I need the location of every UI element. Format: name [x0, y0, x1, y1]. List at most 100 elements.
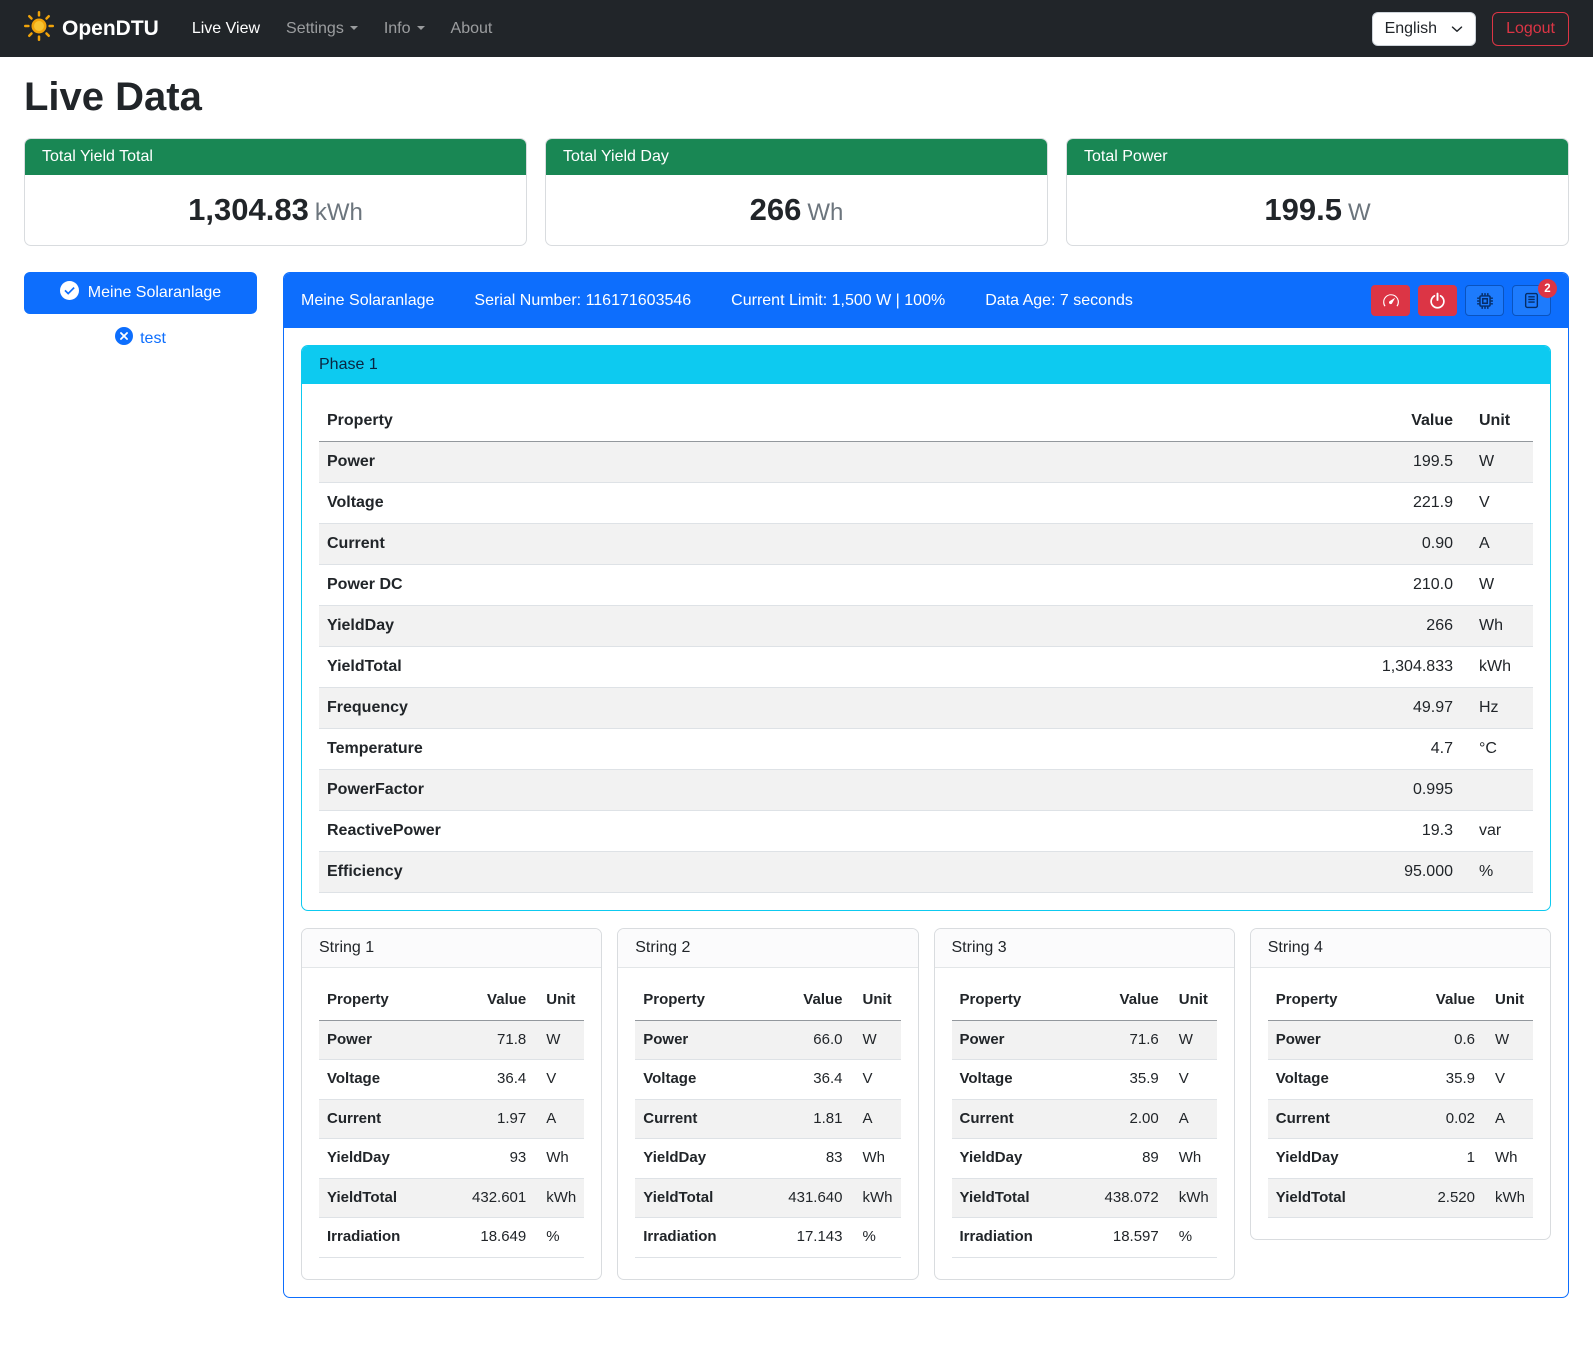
property-cell: YieldDay: [319, 606, 1002, 647]
total-power-value: 199.5: [1264, 192, 1342, 227]
unit-cell: W: [1483, 1020, 1533, 1060]
unit-cell: Wh: [1483, 1139, 1533, 1179]
column-header: Value: [779, 981, 851, 1020]
property-cell: PowerFactor: [319, 770, 1002, 811]
value-cell: 35.9: [1095, 1060, 1167, 1100]
nav-info-label: Info: [384, 20, 411, 37]
property-cell: Current: [319, 1099, 462, 1139]
value-cell: 1.97: [462, 1099, 534, 1139]
language-value: English: [1385, 20, 1437, 38]
column-header: Property: [952, 981, 1095, 1020]
unit-cell: %: [851, 1218, 901, 1258]
table-row: Voltage36.4V: [319, 1060, 584, 1100]
card-header: Total Yield Day: [546, 139, 1047, 175]
card-header: Total Yield Total: [25, 139, 526, 175]
table-row: YieldDay1Wh: [1268, 1139, 1533, 1179]
navbar: OpenDTU Live View Settings Info About En…: [0, 0, 1593, 57]
unit-cell: var: [1461, 811, 1533, 852]
table-row: Current2.00A: [952, 1099, 1217, 1139]
nav-settings-label: Settings: [286, 20, 344, 37]
table-row: Power0.6W: [1268, 1020, 1533, 1060]
unit-cell: V: [1483, 1060, 1533, 1100]
table-row: Voltage36.4V: [635, 1060, 900, 1100]
unit-cell: A: [1167, 1099, 1217, 1139]
limit-settings-button[interactable]: [1371, 285, 1410, 316]
property-cell: YieldTotal: [319, 647, 1002, 688]
unit-cell: %: [1167, 1218, 1217, 1258]
total-yield-day-value: 266: [750, 192, 802, 227]
table-row: Efficiency95.000%: [319, 852, 1533, 893]
column-header: Value: [462, 981, 534, 1020]
unit-cell: Wh: [534, 1139, 584, 1179]
property-cell: Power: [319, 442, 1002, 483]
brand-name: OpenDTU: [62, 17, 159, 41]
inverter-test-label: test: [140, 330, 166, 348]
device-settings-button[interactable]: [1465, 285, 1504, 316]
nav-info[interactable]: Info: [371, 12, 438, 46]
data-table: PropertyValueUnitPower71.6WVoltage35.9VC…: [952, 981, 1217, 1258]
logout-button[interactable]: Logout: [1492, 12, 1569, 46]
unit-cell: A: [851, 1099, 901, 1139]
table-row: Irradiation18.597%: [952, 1218, 1217, 1258]
value-cell: 93: [462, 1139, 534, 1179]
table-header-row: PropertyValueUnit: [319, 401, 1533, 442]
table-row: Power199.5W: [319, 442, 1533, 483]
inverter-selector: Meine Solaranlage test: [24, 272, 257, 350]
value-cell: 0.90: [1002, 524, 1461, 565]
event-log-button[interactable]: 2: [1512, 285, 1551, 316]
inverter-selected-button[interactable]: Meine Solaranlage: [24, 272, 257, 314]
table-row: Current0.02A: [1268, 1099, 1533, 1139]
value-cell: 89: [1095, 1139, 1167, 1179]
journal-icon: [1523, 292, 1540, 309]
total-yield-total-unit: kWh: [315, 199, 363, 226]
nav-live-view[interactable]: Live View: [179, 12, 273, 46]
nav-settings[interactable]: Settings: [273, 12, 371, 46]
unit-cell: W: [1461, 442, 1533, 483]
unit-cell: A: [1483, 1099, 1533, 1139]
table-row: Voltage35.9V: [1268, 1060, 1533, 1100]
table-row: YieldDay266Wh: [319, 606, 1533, 647]
property-cell: Voltage: [319, 1060, 462, 1100]
value-cell: 18.649: [462, 1218, 534, 1258]
table-header-row: PropertyValueUnit: [319, 981, 584, 1020]
column-header: Unit: [1167, 981, 1217, 1020]
property-cell: Efficiency: [319, 852, 1002, 893]
table-row: YieldDay83Wh: [635, 1139, 900, 1179]
unit-cell: V: [851, 1060, 901, 1100]
string-3-header: String 3: [935, 929, 1234, 968]
property-cell: YieldDay: [635, 1139, 778, 1179]
unit-cell: V: [1461, 483, 1533, 524]
table-row: YieldTotal431.640kWh: [635, 1178, 900, 1218]
table-row: YieldTotal432.601kWh: [319, 1178, 584, 1218]
unit-cell: Wh: [851, 1139, 901, 1179]
power-button[interactable]: [1418, 285, 1457, 316]
brand-logo[interactable]: OpenDTU: [24, 11, 159, 47]
phase-1-card: Phase 1 PropertyValueUnitPower199.5WVolt…: [301, 345, 1551, 911]
table-row: PowerFactor0.995: [319, 770, 1533, 811]
column-header: Property: [319, 401, 1002, 442]
column-header: Property: [1268, 981, 1411, 1020]
phase-1-header: Phase 1: [302, 346, 1550, 384]
value-cell: 438.072: [1095, 1178, 1167, 1218]
property-cell: Voltage: [319, 483, 1002, 524]
column-header: Unit: [851, 981, 901, 1020]
property-cell: Power: [952, 1020, 1095, 1060]
table-row: YieldTotal1,304.833kWh: [319, 647, 1533, 688]
value-cell: 18.597: [1095, 1218, 1167, 1258]
inverter-limit: Current Limit: 1,500 W | 100%: [731, 292, 945, 310]
inverter-item-test[interactable]: test: [24, 327, 257, 350]
nav-about[interactable]: About: [438, 12, 506, 46]
value-cell: 49.97: [1002, 688, 1461, 729]
string-2-body: PropertyValueUnitPower66.0WVoltage36.4VC…: [618, 968, 917, 1279]
total-power-card: Total Power 199.5W: [1066, 138, 1569, 246]
unit-cell: kWh: [534, 1178, 584, 1218]
table-row: Current1.81A: [635, 1099, 900, 1139]
table-row: Power71.8W: [319, 1020, 584, 1060]
language-select[interactable]: English: [1372, 12, 1476, 46]
data-table: PropertyValueUnitPower199.5WVoltage221.9…: [319, 401, 1533, 893]
total-yield-total-value: 1,304.83: [188, 192, 309, 227]
table-row: Irradiation18.649%: [319, 1218, 584, 1258]
string-1-body: PropertyValueUnitPower71.8WVoltage36.4VC…: [302, 968, 601, 1279]
unit-cell: W: [1167, 1020, 1217, 1060]
total-yield-day-unit: Wh: [807, 199, 843, 226]
